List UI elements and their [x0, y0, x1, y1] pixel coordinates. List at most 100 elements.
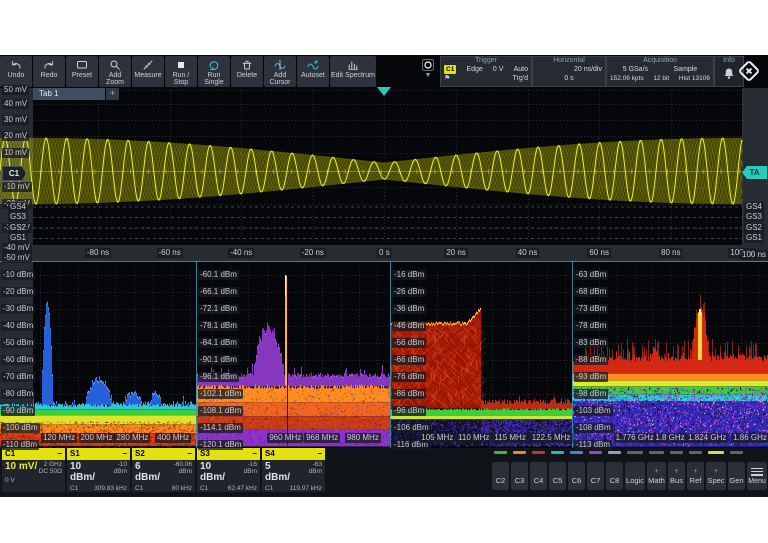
spectrum-y-label: -78.1 dBm: [198, 321, 239, 331]
trigger-position-marker[interactable]: [377, 87, 391, 96]
acquisition-widget[interactable]: Acquisition 5 GSa/s Sample 152.06 kpts 1…: [606, 56, 714, 87]
button-c6[interactable]: C6: [568, 462, 585, 490]
toolbar-button-run-single[interactable]: Run Single: [198, 56, 230, 87]
toolbar: UndoRedoPresetAdd ZoomMeasureRun / StopR…: [0, 55, 768, 88]
gate-label-right: GS4: [744, 202, 764, 212]
button-bus[interactable]: +Bus: [668, 462, 685, 490]
spectrum-x-label: 280 MHz: [114, 433, 150, 443]
spectrum-y-label: -102.1 dBm: [198, 389, 243, 399]
button-c8[interactable]: C8: [606, 462, 623, 490]
horizontal-position: 0 s: [564, 74, 573, 83]
trigger-state: Trg'd: [513, 74, 528, 83]
signal-badge-rbw: 119.97 kHz: [290, 485, 322, 493]
button-logic[interactable]: Logic: [625, 462, 645, 490]
trigger-slope-flag-icon: ⚑: [444, 74, 450, 83]
toolbar-button-edit-spectrum[interactable]: Edit Spectrum: [330, 56, 376, 87]
signal-badge-s2[interactable]: S2–6 dBm/-60.06 dBmC180 kHz: [132, 448, 195, 492]
button-gen[interactable]: Gen: [728, 462, 745, 490]
screenshot-stage: UndoRedoPresetAdd ZoomMeasureRun / StopR…: [0, 0, 768, 543]
spectrum-y-label: -70 dBm: [1, 372, 35, 382]
horizontal-title: Horizontal: [533, 57, 605, 65]
record-icon: [422, 58, 434, 72]
button-label: Ref: [690, 476, 702, 485]
minimize-icon[interactable]: –: [318, 448, 322, 460]
signal-badge-info: 2 GHzDC 50Ω: [39, 461, 62, 475]
signal-badge-s4[interactable]: S4–5 dBm/-63 dBmC1119.97 kHz: [262, 448, 325, 492]
signal-badge-header[interactable]: S2–: [132, 448, 195, 460]
waveform-display[interactable]: [0, 88, 768, 245]
panel-separator: [0, 261, 768, 262]
minimize-icon[interactable]: –: [58, 448, 62, 460]
channel-color-strip: [670, 451, 683, 454]
gate-label-right: GS3: [744, 212, 764, 222]
signal-badge-body: 10 mV/2 GHzDC 50Ω0 V: [2, 460, 65, 485]
signal-badge-c1[interactable]: C1–10 mV/2 GHzDC 50Ω0 V: [2, 448, 65, 492]
spectrum-y-label: -10 dBm: [1, 270, 35, 280]
spectrum-y-label: -76 dBm: [392, 372, 426, 382]
button-c7[interactable]: C7: [587, 462, 604, 490]
signal-badge-rbw: 62.47 kHz: [228, 485, 257, 493]
button-c5[interactable]: C5: [549, 462, 566, 490]
toolbar-button-undo[interactable]: Undo: [0, 56, 32, 87]
spectrum-y-label: -20 dBm: [1, 287, 35, 297]
expander-chevron-icon[interactable]: ▼: [425, 72, 432, 79]
plus-icon: +: [714, 468, 718, 476]
spectrum-x-label: 105 MHz: [419, 433, 455, 443]
signal-badge-scale: 5 dBm/: [265, 461, 298, 483]
signal-badge-source: C1: [200, 485, 208, 493]
spectrum-y-label: -60.1 dBm: [198, 270, 239, 280]
spectrum-x-label: 200 MHz: [79, 433, 115, 443]
trigger-widget[interactable]: Trigger C1 Edge 0 V Auto ⚑ Trg'd: [440, 56, 532, 87]
spectrum-icon: [347, 58, 359, 72]
toolbar-button-run-stop[interactable]: Run / Stop: [165, 56, 197, 87]
minimize-icon[interactable]: –: [253, 448, 257, 460]
acquisition-sample-rate: 5 GSa/s: [623, 65, 648, 74]
rohde-schwarz-logo: [736, 58, 762, 89]
minimize-icon[interactable]: –: [123, 448, 127, 460]
button-ref[interactable]: +Ref: [687, 462, 704, 490]
toolbar-button-redo[interactable]: Redo: [33, 56, 65, 87]
spectrum-y-label: -86 dBm: [392, 389, 426, 399]
spectrum-y-label: -26 dBm: [392, 287, 426, 297]
toolbar-button-preset[interactable]: Preset: [66, 56, 98, 87]
trigger-level: 0 V: [493, 65, 504, 74]
acquisition-history: Hist 13106: [679, 74, 710, 83]
spectrum-x-label: 1.776 GHz: [614, 433, 656, 443]
toolbar-button-measure[interactable]: Measure: [132, 56, 164, 87]
add-tab-button[interactable]: +: [106, 88, 119, 100]
horizontal-widget[interactable]: Horizontal 20 ns/div 0 s: [532, 56, 606, 87]
signal-badge-info: -10 dBm: [105, 461, 127, 475]
toolbar-button-label: Add Zoom: [99, 72, 131, 86]
signal-badge-header[interactable]: S4–: [262, 448, 325, 460]
spectrum-y-label: -93 dBm: [574, 372, 608, 382]
spectrum-y-label: -90.1 dBm: [198, 355, 239, 365]
spectrum-y-label: -96.1 dBm: [198, 372, 239, 382]
channel-color-strip: [689, 451, 702, 454]
toolbar-button-label: Autoset: [301, 72, 325, 79]
toolbar-button-add-cursor[interactable]: Add Cursor: [264, 56, 296, 87]
minimize-icon[interactable]: –: [188, 448, 192, 460]
signal-badge-header[interactable]: S1 –: [67, 448, 130, 460]
button-math[interactable]: +Math: [647, 462, 666, 490]
button-c2[interactable]: C2: [492, 462, 509, 490]
button-c3[interactable]: C3: [511, 462, 528, 490]
toolbar-button-delete[interactable]: Delete: [231, 56, 263, 87]
time-axis-label: 80 ns: [659, 248, 683, 258]
spectrum-y-label: -72.1 dBm: [198, 304, 239, 314]
tab-1[interactable]: Tab 1: [33, 88, 105, 100]
channel-c1-marker[interactable]: C1: [2, 166, 26, 181]
toolbar-button-autoset[interactable]: Autoset: [297, 56, 329, 87]
button-spec[interactable]: +Spec: [706, 462, 726, 490]
signal-badge-s3[interactable]: S3–10 dBm/-16 dBmC162.47 kHz: [197, 448, 260, 492]
acquisition-status-button[interactable]: ▼: [420, 56, 436, 87]
menu-button[interactable]: Menu: [747, 462, 767, 490]
toolbar-button-add-zoom[interactable]: Add Zoom: [99, 56, 131, 87]
signal-badge-s1[interactable]: S1–10 dBm/-10 dBmC1309.83 kHz: [67, 448, 130, 492]
run-single-icon: [208, 58, 220, 72]
button-c4[interactable]: C4: [530, 462, 547, 490]
wave-y-label: -10 mV: [2, 182, 32, 192]
time-axis-label: 60 ns: [587, 248, 611, 258]
spectrum-y-label: -103 dBm: [574, 406, 613, 416]
button-label: C4: [534, 476, 544, 485]
signal-badge-id: S1: [70, 448, 80, 460]
